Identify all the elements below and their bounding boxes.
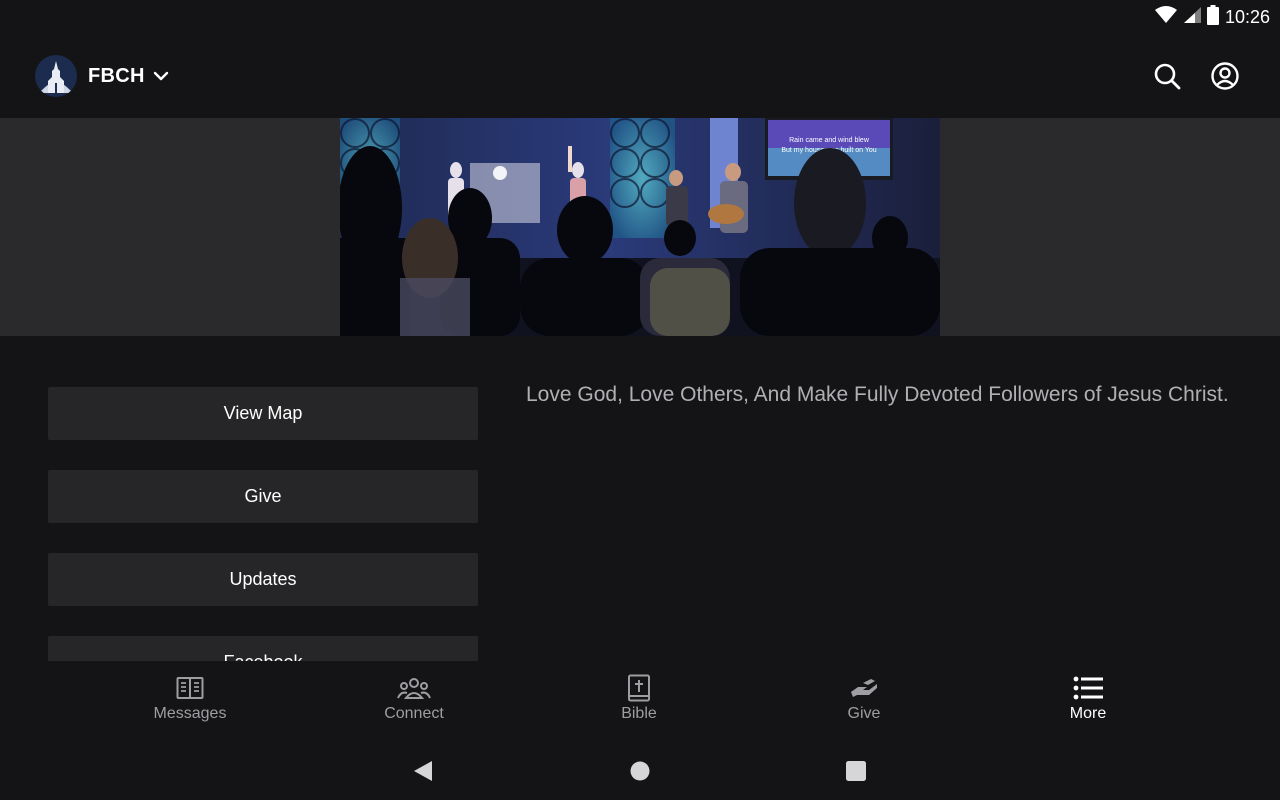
nav-label-bible: Bible [621, 705, 657, 722]
nav-item-messages[interactable]: Messages [130, 661, 250, 741]
bible-icon [627, 674, 651, 702]
updates-button[interactable]: Updates [48, 553, 478, 606]
lyrics-line-1: Rain came and wind blew [789, 137, 870, 144]
home-icon[interactable] [626, 757, 654, 785]
battery-icon [1206, 4, 1219, 30]
people-group-icon [397, 674, 431, 702]
system-nav [0, 741, 1280, 800]
nav-item-give[interactable]: Give [804, 661, 924, 741]
hero-worship-photo: Rain came and wind blew But my house was… [340, 118, 940, 336]
header-actions [1152, 61, 1240, 91]
church-steeple-logo [35, 55, 77, 97]
nav-label-messages: Messages [153, 705, 227, 722]
list-icon [1073, 674, 1103, 702]
recents-icon[interactable] [842, 757, 870, 785]
give-button[interactable]: Give [48, 470, 478, 523]
cell-signal-icon [1183, 6, 1201, 29]
nav-label-more: More [1069, 705, 1107, 722]
org-switcher[interactable]: FBCH [35, 55, 169, 97]
hero-band: Rain came and wind blew But my house was… [0, 118, 1280, 336]
book-open-icon [176, 674, 204, 702]
org-name: FBCH [88, 64, 145, 87]
view-map-button[interactable]: View Map [48, 387, 478, 440]
facebook-button[interactable]: Facebook [48, 636, 478, 661]
nav-item-connect[interactable]: Connect [354, 661, 474, 741]
nav-item-bible[interactable]: Bible [579, 661, 699, 741]
status-icons [1154, 4, 1219, 30]
back-icon[interactable] [409, 757, 437, 785]
status-time: 10:26 [1224, 6, 1270, 27]
status-bar: 10:26 [0, 0, 1280, 34]
giving-hand-icon [849, 674, 879, 702]
nav-item-more[interactable]: More [1028, 661, 1148, 741]
wifi-icon [1154, 5, 1177, 29]
nav-label-connect: Connect [384, 705, 444, 722]
button-list: View Map Give Updates Facebook [48, 387, 478, 661]
search-icon[interactable] [1152, 61, 1182, 91]
mission-statement: Love God, Love Others, And Make Fully De… [526, 383, 1229, 406]
nav-label-give: Give [847, 705, 881, 722]
bottom-nav: Messages Connect Bible Give More [0, 661, 1280, 741]
chevron-down-icon [153, 70, 169, 82]
app-header: FBCH [0, 34, 1280, 118]
account-icon[interactable] [1210, 61, 1240, 91]
